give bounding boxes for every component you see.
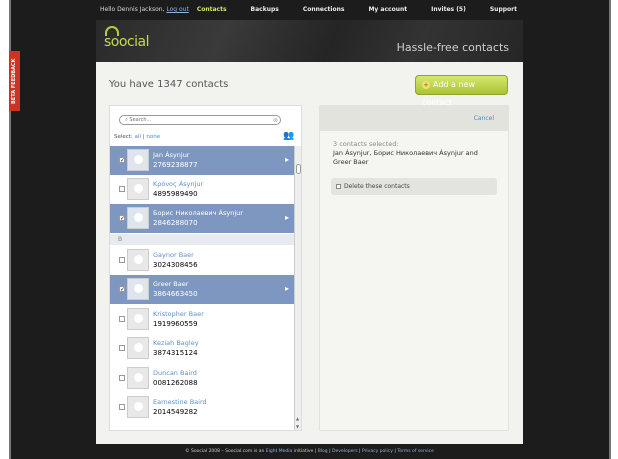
select-separator: |: [142, 134, 145, 140]
row-checkbox[interactable]: [119, 186, 125, 192]
scroll-up-icon[interactable]: ▲: [296, 416, 299, 421]
selection-panel-header: Cancel: [320, 106, 508, 131]
avatar: [127, 207, 149, 229]
row-checkbox[interactable]: [119, 316, 125, 322]
select-all-link[interactable]: all: [135, 134, 141, 140]
banner: soocial Hassle-free contacts: [96, 20, 523, 62]
greeting-text: Hello Dennis Jackson,: [100, 6, 165, 13]
footer-initiative: initiative |: [293, 449, 317, 454]
contact-name: Earnestine Baird: [153, 398, 207, 406]
clear-search-icon[interactable]: ⊗: [273, 116, 278, 125]
tagline: Hassle-free contacts: [396, 41, 509, 54]
contact-phone: 0081262088: [153, 379, 198, 387]
nav-support[interactable]: Support: [490, 6, 517, 13]
nav-backups[interactable]: Backups: [251, 6, 279, 13]
select-none-link[interactable]: none: [146, 134, 160, 140]
contact-row[interactable]: ✓ Greer Baer 3864663450 ▸: [110, 275, 295, 304]
contact-phone: 4895989490: [153, 190, 198, 198]
contact-row[interactable]: Gaynor Baer 3024308456: [110, 246, 295, 275]
section-header: B: [110, 234, 295, 245]
contact-row[interactable]: Duncan Baird 0081262088: [110, 364, 295, 393]
selected-names: Jan Ásynjur, Борис Николаевич Ásynjur an…: [333, 149, 478, 166]
contact-list-scrollbar[interactable]: ▲ ▼: [294, 146, 301, 430]
row-checkbox[interactable]: ✓: [119, 157, 125, 164]
contact-row[interactable]: Earnestine Baird 2014549282: [110, 393, 295, 422]
contact-phone: 3874315124: [153, 349, 198, 357]
add-contact-button[interactable]: + Add a new contact: [415, 75, 508, 107]
chevron-right-icon[interactable]: ▸: [285, 213, 289, 222]
nav-connections[interactable]: Connections: [303, 6, 345, 13]
contact-row[interactable]: Κρόνος Ásynjur 4895989490: [110, 175, 295, 204]
delete-checkbox[interactable]: [336, 184, 341, 189]
top-bar: Hello Dennis Jackson, Log out Contacts B…: [96, 0, 523, 20]
contact-row[interactable]: ✓ Jan Ásynjur 2769238877 ▸: [110, 146, 295, 175]
chevron-right-icon[interactable]: ▸: [285, 155, 289, 164]
contact-name: Kristopher Baer: [153, 310, 204, 318]
row-checkbox[interactable]: [119, 404, 125, 410]
cancel-link[interactable]: Cancel: [474, 115, 494, 122]
contacts-panel: ⌕ Search... ⊗ Select: all | none 👥 ✓ Jan…: [109, 105, 302, 431]
row-checkbox[interactable]: [119, 345, 125, 351]
contact-phone: 2014549282: [153, 408, 198, 416]
avatar: [127, 178, 149, 200]
avatar: [127, 278, 149, 300]
contact-name: Keziah Bagley: [153, 339, 199, 347]
contact-name: Duncan Baird: [153, 369, 197, 377]
avatar: [127, 337, 149, 359]
select-controls: Select: all | none: [114, 134, 160, 140]
scroll-thumb[interactable]: [296, 164, 301, 174]
contact-phone: 2769238877: [153, 161, 198, 169]
footer: © Soocial 2008 – Soocial.com is an Eight…: [185, 449, 434, 454]
contact-list: ✓ Jan Ásynjur 2769238877 ▸ Κρόνος Ásynju…: [110, 146, 296, 430]
row-checkbox[interactable]: ✓: [119, 215, 125, 222]
contact-phone: 1919960559: [153, 320, 198, 328]
contact-name: Κρόνος Ásynjur: [153, 180, 204, 188]
footer-copyright: © Soocial 2008 – Soocial.com is an: [185, 449, 265, 454]
row-checkbox[interactable]: [119, 375, 125, 381]
avatar: [127, 367, 149, 389]
search-placeholder: Search...: [129, 117, 152, 123]
contact-row[interactable]: ✓ Борис Николаевич Ásynjur 2846288070 ▸: [110, 204, 295, 233]
row-checkbox[interactable]: ✓: [119, 286, 125, 293]
content-area: You have 1347 contacts + Add a new contac…: [96, 62, 523, 444]
avatar: [127, 308, 149, 330]
contact-phone: 3024308456: [153, 261, 198, 269]
contact-phone: 2846288070: [153, 219, 198, 227]
beta-feedback-tab[interactable]: BETA FEEDBACK: [9, 51, 20, 111]
avatar: [127, 249, 149, 271]
nav-invites[interactable]: Invites (5): [431, 6, 466, 13]
footer-developers-link[interactable]: Developers: [332, 449, 358, 454]
page-title: You have 1347 contacts: [109, 79, 229, 90]
contact-phone: 3864663450: [153, 290, 198, 298]
nav-contacts[interactable]: Contacts: [197, 6, 227, 13]
logo[interactable]: soocial: [104, 34, 149, 50]
contact-row[interactable]: Keziah Bagley 3874315124: [110, 334, 295, 363]
selection-panel: Cancel 3 contacts selected: Jan Ásynjur,…: [319, 105, 509, 431]
search-icon: ⌕: [125, 117, 128, 123]
footer-terms-link[interactable]: Terms of service: [397, 449, 434, 454]
contact-name: Greer Baer: [153, 280, 189, 288]
footer-blog-link[interactable]: Blog: [318, 449, 328, 454]
avatar: [127, 149, 149, 171]
footer-eight-media-link[interactable]: Eight Media: [266, 449, 293, 454]
delete-contacts-option[interactable]: Delete these contacts: [331, 178, 497, 195]
scroll-down-icon[interactable]: ▼: [296, 424, 299, 429]
contact-name: Борис Николаевич Ásynjur: [153, 209, 243, 217]
contact-name: Gaynor Baer: [153, 251, 194, 259]
selected-count: 3 contacts selected:: [333, 140, 399, 148]
row-checkbox[interactable]: [119, 257, 125, 263]
nav-my-account[interactable]: My account: [368, 6, 407, 13]
main-nav: Contacts Backups Connections My account …: [173, 6, 517, 13]
contact-name: Jan Ásynjur: [153, 151, 190, 159]
footer-privacy-link[interactable]: Privacy policy: [362, 449, 393, 454]
search-input[interactable]: ⌕ Search... ⊗: [119, 115, 281, 125]
people-icon[interactable]: 👥: [283, 131, 297, 141]
chevron-right-icon[interactable]: ▸: [285, 284, 289, 293]
contact-row[interactable]: Kristopher Baer 1919960559: [110, 305, 295, 334]
avatar: [127, 396, 149, 418]
select-label: Select:: [114, 134, 133, 140]
plus-icon: +: [422, 80, 430, 89]
delete-label: Delete these contacts: [344, 183, 410, 190]
